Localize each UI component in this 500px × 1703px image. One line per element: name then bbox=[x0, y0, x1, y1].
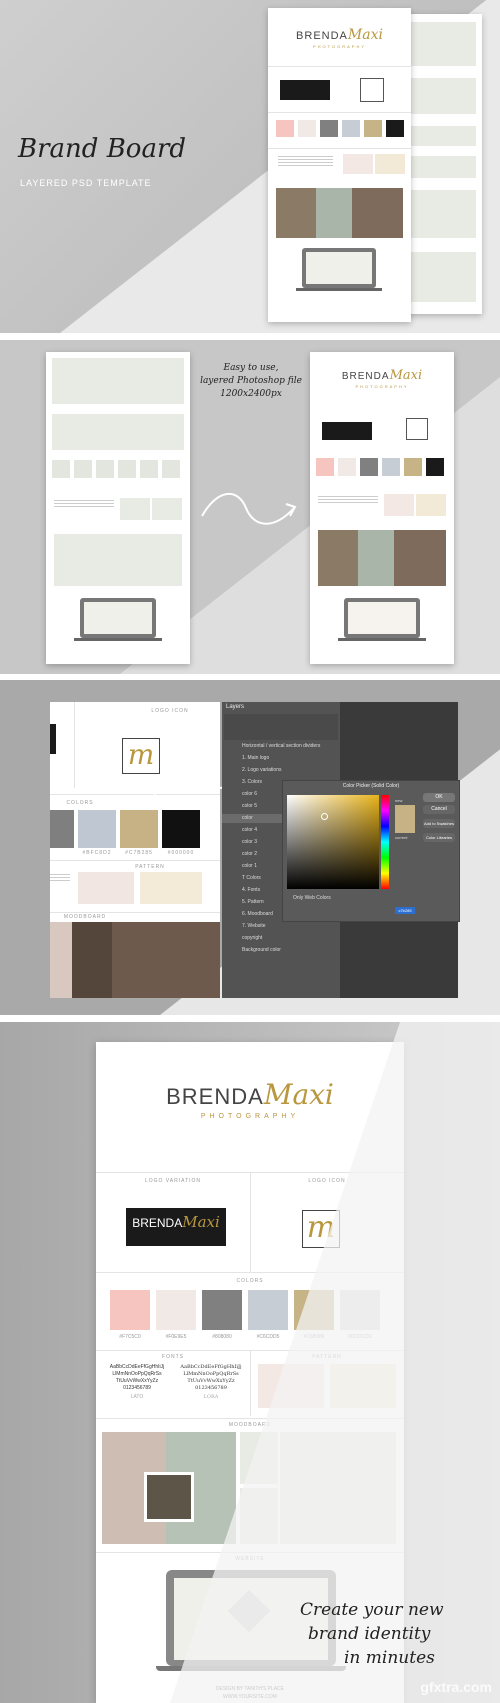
panel-brand-board-hero: Brand Board LAYERED PSD TEMPLATE BRENDAM… bbox=[0, 0, 500, 333]
swatch bbox=[120, 810, 158, 848]
feature-note: Easy to use, layered Photoshop file 1200… bbox=[200, 363, 302, 399]
swatch bbox=[78, 810, 116, 848]
hero-subtitle: LAYERED PSD TEMPLATE bbox=[20, 178, 152, 188]
black-logo-tile bbox=[280, 80, 330, 100]
font-sample bbox=[278, 154, 333, 168]
placeholder-block bbox=[52, 358, 184, 404]
pattern-tile bbox=[78, 872, 134, 904]
watermark: gfxtra.com bbox=[420, 1679, 492, 1695]
layer-row[interactable]: 1. Main logo bbox=[222, 754, 340, 763]
panel-photoshop-preview: LOGO ICON m COLORS #BFC8D2 #C7B285 #0000… bbox=[0, 680, 500, 1015]
color-picker-dialog: Color Picker (Solid Color) new current O… bbox=[282, 780, 460, 922]
pattern-tile bbox=[343, 154, 373, 174]
layer-row[interactable]: copyright bbox=[222, 934, 340, 943]
layer-row[interactable]: Background color bbox=[222, 946, 340, 955]
swatch bbox=[276, 120, 294, 137]
moodboard-photo bbox=[316, 188, 352, 238]
color-libraries-button[interactable]: Color Libraries bbox=[423, 833, 455, 842]
brand-board-front-card: BRENDAMaxi PHOTOGRAPHY bbox=[268, 8, 411, 322]
laptop-mockup bbox=[338, 598, 426, 646]
pattern-tile bbox=[375, 154, 405, 174]
layer-row[interactable]: 2. Logo variations bbox=[222, 766, 340, 775]
swatch bbox=[298, 120, 316, 137]
swatch bbox=[162, 810, 200, 848]
laptop-mockup bbox=[74, 598, 162, 646]
add-swatches-button[interactable]: Add to Swatches bbox=[423, 819, 455, 828]
laptop-mockup bbox=[296, 248, 382, 296]
arrow-icon bbox=[201, 492, 297, 525]
hex-field[interactable]: c7b285 bbox=[395, 907, 415, 914]
cancel-button[interactable]: Cancel bbox=[423, 805, 455, 814]
ok-button[interactable]: OK bbox=[423, 793, 455, 802]
pattern-tile bbox=[140, 872, 202, 904]
moodboard-photo bbox=[276, 188, 316, 238]
template-card-blank bbox=[46, 352, 190, 664]
layer-row[interactable]: Horizontal / vertical section dividers bbox=[222, 742, 340, 751]
brand-logo: BRENDAMaxi PHOTOGRAPHY bbox=[296, 27, 383, 49]
template-card-filled: BRENDAMaxi PHOTOGRAPHY bbox=[310, 352, 454, 664]
swatch bbox=[364, 120, 382, 137]
brand-logo: BRENDAMaxi PHOTOGRAPHY bbox=[341, 368, 423, 389]
placeholder-block bbox=[52, 414, 184, 450]
layer-row[interactable]: 7. Website bbox=[222, 922, 340, 931]
swatch bbox=[50, 810, 74, 848]
panel-full-board: BRENDAMaxi PHOTOGRAPHY LOGO VARIATION LO… bbox=[0, 1022, 500, 1703]
hero-title: Brand Board bbox=[18, 134, 187, 164]
logo-icon-tile bbox=[360, 78, 384, 102]
swatch bbox=[386, 120, 404, 137]
swatch bbox=[342, 120, 360, 137]
swatch bbox=[320, 120, 338, 137]
tagline: Create your new brand identity in minute… bbox=[300, 1600, 444, 1668]
panel-before-after: Easy to use, layered Photoshop file 1200… bbox=[0, 340, 500, 674]
moodboard-photo bbox=[352, 188, 403, 238]
